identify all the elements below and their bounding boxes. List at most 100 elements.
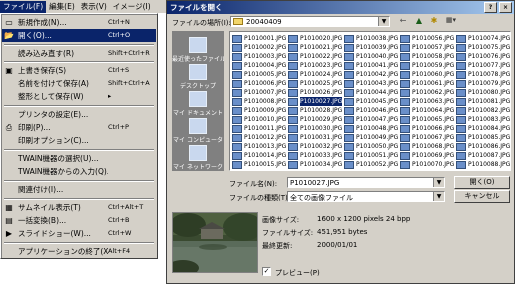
file-item[interactable]: P1010048.JPG xyxy=(344,124,400,133)
file-item[interactable]: P1010070.JPG xyxy=(400,160,456,169)
file-item[interactable]: P1010049.JPG xyxy=(344,133,400,142)
file-item[interactable]: P1010082.JPG xyxy=(456,106,510,115)
file-item[interactable]: P1010040.JPG xyxy=(344,52,400,61)
file-item[interactable]: P1010047.JPG xyxy=(344,115,400,124)
file-item[interactable]: P1010069.JPG xyxy=(400,151,456,160)
open-button[interactable]: 開く(O) xyxy=(454,176,510,189)
file-item[interactable]: P1010071.JPG xyxy=(400,169,456,170)
file-item[interactable]: P1010051.JPG xyxy=(344,151,400,160)
file-item[interactable]: P1010034.JPG xyxy=(288,160,344,169)
places-item[interactable]: マイ コンピュータ xyxy=(172,116,224,144)
file-item[interactable]: P1010059.JPG xyxy=(400,61,456,70)
file-item[interactable]: P1010074.JPG xyxy=(456,34,510,43)
file-item[interactable]: P1010068.JPG xyxy=(400,142,456,151)
menu-item[interactable]: 関連付け(I)... xyxy=(2,183,156,196)
file-item[interactable]: P1010056.JPG xyxy=(400,34,456,43)
menu-item[interactable]: TWAIN機器からの入力(Q)... xyxy=(2,165,156,178)
file-item[interactable]: P1010041.JPG xyxy=(344,61,400,70)
menubar-item[interactable]: イメージ(I) xyxy=(110,1,154,13)
file-item[interactable]: P1010075.JPG xyxy=(456,43,510,52)
menu-item[interactable]: ▦ サムネイル表示(T) Ctrl+Alt+T xyxy=(2,201,156,214)
file-item[interactable]: P1010062.JPG xyxy=(400,88,456,97)
file-item[interactable]: P1010044.JPG xyxy=(344,88,400,97)
file-item[interactable]: P1010023.JPG xyxy=(288,61,344,70)
file-item[interactable]: P1010003.JPG xyxy=(232,52,288,61)
menu-item[interactable]: ⎙ 印刷(P)... Ctrl+P xyxy=(2,121,156,134)
file-item[interactable]: P1010022.JPG xyxy=(288,52,344,61)
file-item[interactable]: P1010035.JPG xyxy=(288,169,344,170)
file-item[interactable]: P1010014.JPG xyxy=(232,151,288,160)
menu-item[interactable]: 📂 開く(O)... Ctrl+O xyxy=(2,29,156,42)
file-item[interactable]: P1010053.JPG xyxy=(344,169,400,170)
file-item[interactable]: P1010078.JPG xyxy=(456,70,510,79)
chevron-down-icon[interactable]: ▼ xyxy=(433,192,444,201)
file-item[interactable]: P1010050.JPG xyxy=(344,142,400,151)
menu-item[interactable]: 名前を付けて保存(A) Shift+Ctrl+A xyxy=(2,77,156,90)
file-item[interactable]: P1010025.JPG xyxy=(288,79,344,88)
file-item[interactable]: P1010042.JPG xyxy=(344,70,400,79)
menu-item[interactable]: TWAIN機器の選択(U)... xyxy=(2,152,156,165)
file-item[interactable]: P1010067.JPG xyxy=(400,133,456,142)
file-item[interactable]: P1010013.JPG xyxy=(232,142,288,151)
menu-item[interactable]: プリンタの設定(E)... xyxy=(2,108,156,121)
file-item[interactable]: P1010058.JPG xyxy=(400,52,456,61)
file-item[interactable]: P1010029.JPG xyxy=(288,115,344,124)
file-item[interactable]: P1010080.JPG xyxy=(456,88,510,97)
preview-checkbox[interactable]: ✓ xyxy=(262,267,271,276)
file-item[interactable]: P1010016.JPG xyxy=(232,169,288,170)
new-folder-icon[interactable]: ✱ xyxy=(428,16,440,27)
file-item[interactable]: P1010024.JPG xyxy=(288,70,344,79)
file-item[interactable]: P1010061.JPG xyxy=(400,79,456,88)
file-item[interactable]: P1010015.JPG xyxy=(232,160,288,169)
file-item[interactable]: P1010084.JPG xyxy=(456,124,510,133)
file-item[interactable]: P1010030.JPG xyxy=(288,124,344,133)
file-item[interactable]: P1010038.JPG xyxy=(344,34,400,43)
file-item[interactable]: P1010066.JPG xyxy=(400,124,456,133)
file-item[interactable]: P1010065.JPG xyxy=(400,115,456,124)
file-item[interactable]: P1010006.JPG xyxy=(232,79,288,88)
chevron-down-icon[interactable]: ▼ xyxy=(433,178,444,187)
file-item[interactable]: P1010043.JPG xyxy=(344,79,400,88)
file-list[interactable]: P1010001.JPG P1010002.JPG P1010003.JPG P101… xyxy=(229,31,511,171)
up-folder-icon[interactable]: ▲ xyxy=(413,16,425,27)
file-item[interactable]: P1010057.JPG xyxy=(400,43,456,52)
close-button[interactable]: × xyxy=(499,2,512,13)
file-item[interactable]: P1010021.JPG xyxy=(288,43,344,52)
file-item[interactable]: P1010033.JPG xyxy=(288,151,344,160)
menubar-item[interactable]: 表示(V) xyxy=(78,1,110,13)
file-item[interactable]: P1010079.JPG xyxy=(456,79,510,88)
file-item[interactable]: P1010005.JPG xyxy=(232,70,288,79)
file-item[interactable]: P1010046.JPG xyxy=(344,106,400,115)
file-item[interactable]: P1010020.JPG xyxy=(288,34,344,43)
cancel-button[interactable]: キャンセル xyxy=(454,190,510,203)
menu-item[interactable]: ▤ 一括変換(B)... Ctrl+B xyxy=(2,214,156,227)
menubar-item[interactable]: 編集(E) xyxy=(46,1,78,13)
places-item[interactable]: マイ ネットワーク xyxy=(172,143,224,171)
file-item[interactable]: P1010008.JPG xyxy=(232,97,288,106)
file-item[interactable]: P1010086.JPG xyxy=(456,142,510,151)
file-item[interactable]: P1010076.JPG xyxy=(456,52,510,61)
view-menu-icon[interactable]: ▦▾ xyxy=(443,16,459,27)
file-item[interactable]: P1010028.JPG xyxy=(288,106,344,115)
location-combobox[interactable]: 20040409 ▼ xyxy=(230,16,390,27)
filetype-select[interactable]: 全ての画像ファイル ▼ xyxy=(287,191,445,202)
file-item[interactable]: P1010063.JPG xyxy=(400,97,456,106)
file-item[interactable]: P1010031.JPG xyxy=(288,133,344,142)
file-item[interactable]: P1010077.JPG xyxy=(456,61,510,70)
menu-item[interactable]: ▣ 上書き保存(S) Ctrl+S xyxy=(2,64,156,77)
file-item[interactable]: P1010002.JPG xyxy=(232,43,288,52)
file-item[interactable]: P1010009.JPG xyxy=(232,106,288,115)
file-item[interactable]: P1010052.JPG xyxy=(344,160,400,169)
places-item[interactable]: マイ ドキュメント xyxy=(172,89,224,117)
file-item[interactable]: P1010087.JPG xyxy=(456,151,510,160)
menu-item[interactable]: 印刷オプション(C)... xyxy=(2,134,156,147)
menu-item[interactable]: 読み込み直す(R) Shift+Ctrl+R xyxy=(2,47,156,60)
file-item[interactable]: P1010007.JPG xyxy=(232,88,288,97)
filename-input[interactable]: P1010027.JPG ▼ xyxy=(287,177,445,188)
file-item[interactable]: P1010012.JPG xyxy=(232,133,288,142)
menu-item[interactable]: 整形として保存(W) ▸ xyxy=(2,90,156,103)
file-item[interactable]: P1010039.JPG xyxy=(344,43,400,52)
file-item[interactable]: P1010060.JPG xyxy=(400,70,456,79)
file-item[interactable]: P1010064.JPG xyxy=(400,106,456,115)
file-item[interactable]: P1010001.JPG xyxy=(232,34,288,43)
